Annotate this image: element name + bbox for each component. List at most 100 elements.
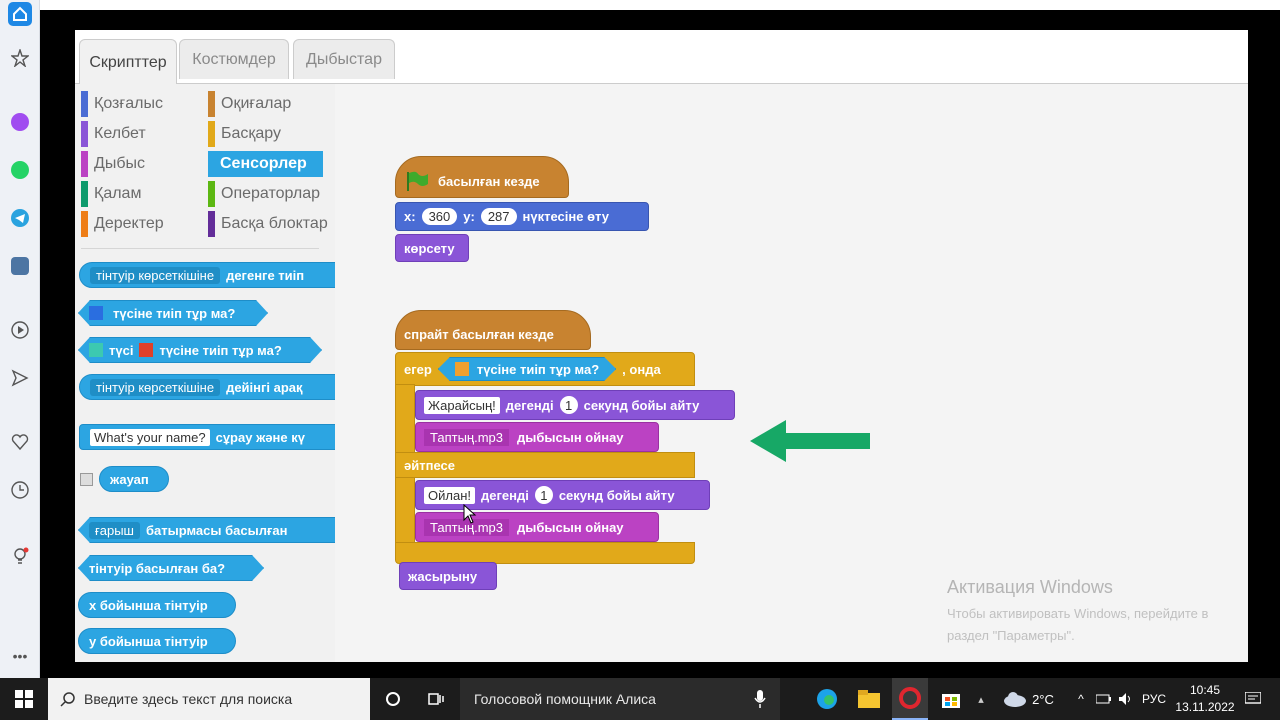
windows-start-icon[interactable] (0, 678, 48, 720)
go-to-xy-block[interactable]: x: 360 y: 287 нүктесіне өту (395, 202, 649, 231)
block-color-touching-color[interactable]: түсі түсіне тиіп тұр ма? (78, 337, 322, 363)
play-sound-block[interactable]: Таптың.mp3 дыбысын ойнау (415, 422, 659, 452)
play-icon[interactable] (8, 318, 32, 342)
opera-icon[interactable] (892, 678, 928, 720)
block-mouse-down[interactable]: тінтуір басылған ба? (78, 555, 264, 581)
category-label: Басқа блоктар (221, 215, 328, 232)
heart-icon[interactable] (8, 430, 32, 454)
category-motion[interactable]: Қозғалыс (81, 91, 163, 117)
category-label: Басқару (221, 125, 282, 142)
text-input[interactable]: Жарайсың! (424, 396, 500, 414)
block-label: дыбысын ойнау (517, 429, 624, 445)
block-label: дегенді (480, 487, 529, 503)
if-else-bottom (395, 542, 695, 564)
color-swatch[interactable] (139, 343, 153, 357)
block-label: дейінгі арақ (226, 379, 303, 395)
color-swatch[interactable] (89, 343, 103, 357)
category-sensing[interactable]: Сенсорлер (208, 151, 323, 177)
category-looks[interactable]: Келбет (81, 121, 146, 147)
category-pen[interactable]: Қалам (81, 181, 141, 207)
when-flag-clicked-block[interactable]: басылған кезде (395, 156, 569, 198)
block-label: түсіне тиіп тұр ма? (159, 342, 282, 358)
cortana-icon[interactable] (376, 678, 410, 720)
when-sprite-clicked-block[interactable]: спрайт басылған кезде (395, 310, 591, 350)
dropdown[interactable]: ғарыш (89, 522, 140, 539)
seconds-input[interactable]: 1 (534, 486, 553, 504)
seconds-input[interactable]: 1 (559, 396, 578, 414)
messenger-icon[interactable] (8, 110, 32, 134)
answer-checkbox[interactable] (80, 473, 93, 486)
scroll-chevron-icon[interactable]: ▴ (972, 678, 990, 720)
say-for-secs-block[interactable]: Ойлан! дегенді 1 секунд бойы айту (415, 480, 710, 510)
vk-icon[interactable] (8, 254, 32, 278)
taskbar-search-input[interactable]: Введите здесь текст для поиска (48, 678, 370, 720)
clock-time: 10:45 (1189, 683, 1221, 697)
lightbulb-icon[interactable] (8, 544, 32, 568)
category-operators[interactable]: Операторлар (208, 181, 320, 207)
hide-block[interactable]: жасырыну (399, 562, 497, 590)
windows-activation-text: Чтобы активировать Windows, перейдите в р… (947, 603, 1247, 647)
home-icon[interactable] (8, 2, 32, 26)
battery-icon[interactable] (1094, 678, 1114, 720)
sound-dropdown[interactable]: Таптың.mp3 (424, 428, 510, 446)
notifications-icon[interactable] (1240, 678, 1266, 720)
block-label: y: (463, 209, 475, 224)
voice-assistant-bar[interactable]: Голосовой помощник Алиса (460, 678, 780, 720)
block-touching-color[interactable]: түсіне тиіп тұр ма? (78, 300, 268, 326)
block-label: дыбысын ойнау (517, 519, 624, 535)
block-answer[interactable]: жауап (99, 466, 169, 492)
category-sound[interactable]: Дыбыс (81, 151, 145, 177)
whatsapp-icon[interactable] (8, 158, 32, 182)
tray-chevron-icon[interactable]: ^ (1072, 678, 1090, 720)
block-mouse-y[interactable]: y бойынша тінтуір (78, 628, 236, 654)
more-icon[interactable]: ••• (8, 644, 32, 668)
y-input[interactable]: 287 (480, 208, 517, 225)
edge-icon[interactable] (810, 678, 844, 720)
send-icon[interactable] (8, 366, 32, 390)
weather-temp[interactable]: 2°C (1030, 678, 1056, 720)
category-control[interactable]: Басқару (208, 121, 281, 147)
microphone-icon[interactable] (754, 690, 766, 708)
block-distance-to[interactable]: тінтуір көрсеткішіне дегенге тиіп (79, 262, 335, 288)
block-label: тінтуір басылған ба? (89, 560, 226, 576)
weather-cloud-icon (998, 678, 1032, 720)
task-view-icon[interactable] (418, 678, 454, 720)
tab-sounds[interactable]: Дыбыстар (293, 39, 395, 79)
block-label: көрсету (404, 240, 455, 256)
if-else-block[interactable]: егер түсіне тиіп тұр ма? , онда (395, 352, 695, 386)
clock[interactable]: 10:45 13.11.2022 (1172, 682, 1238, 716)
show-block[interactable]: көрсету (395, 234, 469, 262)
category-data[interactable]: Деректер (81, 211, 164, 237)
category-events[interactable]: Оқиғалар (208, 91, 291, 117)
category-label: Деректер (94, 215, 164, 232)
color-swatch[interactable] (89, 306, 103, 320)
language-indicator[interactable]: РУС (1140, 678, 1168, 720)
script-area[interactable]: басылған кезде x: 360 y: 287 нүктесіне өту к… (335, 84, 1248, 662)
star-icon[interactable] (8, 46, 32, 70)
x-input[interactable]: 360 (421, 208, 458, 225)
tab-scripts[interactable]: Скрипттер (79, 39, 177, 85)
palette-divider (81, 248, 319, 249)
color-swatch[interactable] (455, 362, 469, 376)
text-input[interactable]: What's your name? (90, 428, 210, 446)
block-ask-and-wait[interactable]: What's your name? сұрау және кү (79, 424, 335, 450)
block-distance[interactable]: тінтуір көрсеткішіне дейінгі арақ (79, 374, 335, 400)
block-label: сұрау және кү (215, 429, 305, 445)
tab-costumes[interactable]: Костюмдер (179, 39, 289, 79)
dropdown[interactable]: тінтуір көрсеткішіне (90, 378, 221, 396)
dropdown[interactable]: тінтуір көрсеткішіне (90, 266, 221, 284)
category-more-blocks[interactable]: Басқа блоктар (208, 211, 328, 237)
browser-top-strip (40, 0, 1280, 10)
touching-color-condition[interactable]: түсіне тиіп тұр ма? (438, 357, 616, 381)
say-for-secs-block[interactable]: Жарайсың! дегенді 1 секунд бойы айту (415, 390, 735, 420)
text-input[interactable]: Ойлан! (424, 486, 475, 504)
file-explorer-icon[interactable] (852, 678, 886, 720)
block-mouse-x[interactable]: x бойынша тінтуір (78, 592, 236, 618)
clock-icon[interactable] (8, 478, 32, 502)
play-sound-block[interactable]: Таптың.mp3 дыбысын ойнау (415, 512, 659, 542)
store-icon[interactable] (934, 678, 968, 720)
category-label: Қозғалыс (94, 95, 163, 112)
block-key-pressed[interactable]: ғарыш батырмасы басылған (78, 517, 335, 543)
telegram-icon[interactable] (8, 206, 32, 230)
volume-icon[interactable] (1116, 678, 1136, 720)
